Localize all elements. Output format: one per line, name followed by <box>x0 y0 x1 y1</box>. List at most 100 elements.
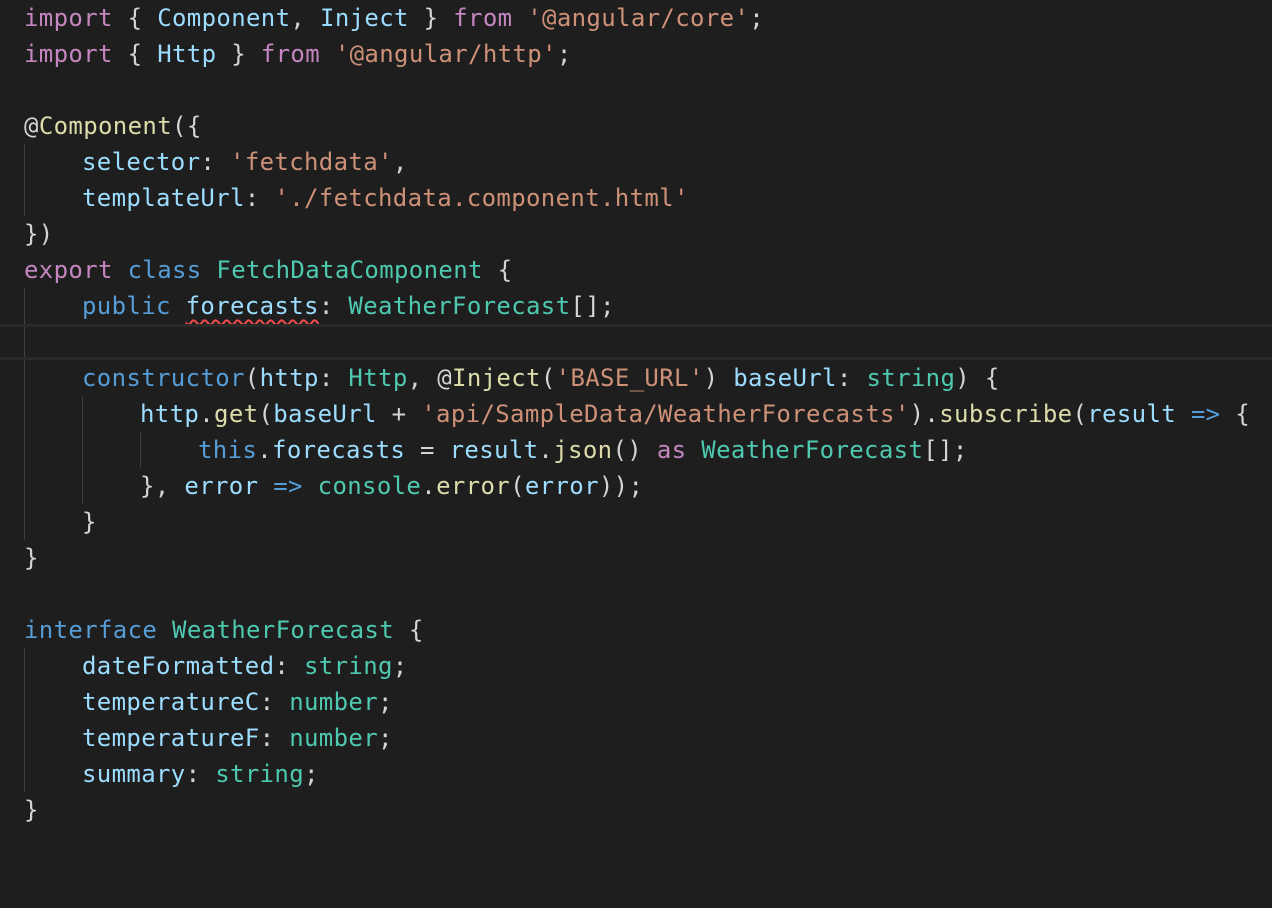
code-line[interactable]: temperatureC: number; <box>0 684 1272 720</box>
code-token: http <box>140 400 200 428</box>
code-token: ; <box>556 40 572 68</box>
code-token: : <box>318 292 349 320</box>
code-token: interface <box>24 616 158 644</box>
code-token: { <box>112 40 158 68</box>
indent-guide <box>24 468 25 504</box>
indent-guide <box>82 468 83 504</box>
code-token: Component <box>157 4 291 32</box>
code-token: : <box>200 148 231 176</box>
code-token: = <box>405 436 450 464</box>
code-token: baseUrl <box>733 364 837 392</box>
code-lines: import { Component, Inject } from '@angu… <box>0 0 1272 828</box>
code-token: result <box>1087 400 1177 428</box>
code-token: console <box>317 472 422 500</box>
indent-guide <box>24 756 25 792</box>
code-line[interactable]: summary: string; <box>0 756 1272 792</box>
code-line[interactable]: this.forecasts = result.json() as Weathe… <box>0 432 1272 468</box>
code-token: ). <box>909 400 940 428</box>
code-line[interactable]: } <box>0 540 1272 576</box>
code-token: summary <box>82 760 186 788</box>
code-token: import <box>24 4 113 32</box>
code-token: number <box>289 724 378 752</box>
code-token: { <box>112 4 158 32</box>
code-token: temperatureF <box>82 724 260 752</box>
code-token: public <box>82 292 171 320</box>
code-token: + <box>376 400 422 428</box>
code-line[interactable]: interface WeatherForecast { <box>0 612 1272 648</box>
code-line[interactable]: export class FetchDataComponent { <box>0 252 1272 288</box>
code-token: this <box>198 436 258 464</box>
indent-guide <box>24 432 25 468</box>
code-line[interactable] <box>0 72 1272 108</box>
code-token: string <box>866 364 956 392</box>
code-token: { <box>482 256 513 284</box>
code-token: as <box>656 436 687 464</box>
code-editor[interactable]: import { Component, Inject } from '@angu… <box>0 0 1272 908</box>
code-line[interactable]: @Component({ <box>0 108 1272 144</box>
code-token: Http <box>348 364 408 392</box>
code-line[interactable]: }, error => console.error(error)); <box>0 468 1272 504</box>
code-line[interactable]: import { Http } from '@angular/http'; <box>0 36 1272 72</box>
code-line[interactable] <box>0 576 1272 612</box>
indent-guide <box>24 504 25 540</box>
code-token: string <box>304 652 393 680</box>
code-token: ; <box>378 688 393 716</box>
code-line[interactable]: http.get(baseUrl + 'api/SampleData/Weath… <box>0 396 1272 432</box>
indent-guide <box>82 396 83 432</box>
code-line[interactable]: selector: 'fetchdata', <box>0 144 1272 180</box>
code-token: ) { <box>955 364 1000 392</box>
code-line[interactable]: dateFormatted: string; <box>0 648 1272 684</box>
code-token: => <box>273 472 303 500</box>
code-line[interactable]: constructor(http: Http, @Inject('BASE_UR… <box>0 360 1272 396</box>
code-line[interactable]: import { Component, Inject } from '@angu… <box>0 0 1272 36</box>
code-token: Component <box>38 112 173 140</box>
code-token: : <box>244 184 275 212</box>
code-token: error <box>524 472 599 500</box>
code-token: : <box>836 364 867 392</box>
code-token: ; <box>749 4 765 32</box>
code-token-error: forecasts <box>185 292 319 320</box>
code-token: dateFormatted <box>82 652 275 680</box>
indent-guide <box>24 720 25 756</box>
code-token: , <box>392 148 408 176</box>
code-token: get <box>214 400 259 428</box>
code-token: ( <box>540 364 556 392</box>
code-token: : <box>318 364 349 392</box>
code-line[interactable] <box>0 324 1272 360</box>
code-token: []; <box>923 436 968 464</box>
code-token: constructor <box>82 364 245 392</box>
code-token: } <box>24 544 39 572</box>
code-token: ; <box>378 724 393 752</box>
code-token: ( <box>1072 400 1088 428</box>
code-line[interactable]: public forecasts: WeatherForecast[]; <box>0 288 1272 324</box>
code-token: from <box>453 4 513 32</box>
indent-guide <box>24 327 25 357</box>
code-token: . <box>257 436 273 464</box>
code-token: error <box>184 472 259 500</box>
code-line[interactable]: templateUrl: './fetchdata.component.html… <box>0 180 1272 216</box>
code-token: error <box>436 472 511 500</box>
code-token: './fetchdata.component.html' <box>274 184 689 212</box>
code-token: }) <box>24 220 54 248</box>
code-token: : <box>274 652 304 680</box>
code-token: { <box>394 616 424 644</box>
code-line[interactable]: }) <box>0 216 1272 252</box>
code-line[interactable]: } <box>0 792 1272 828</box>
code-token: class <box>127 256 202 284</box>
code-token: } <box>82 508 97 536</box>
code-line[interactable]: temperatureF: number; <box>0 720 1272 756</box>
code-line[interactable]: } <box>0 504 1272 540</box>
code-token: ) <box>703 364 734 392</box>
code-token: temperatureC <box>82 688 260 716</box>
code-token: : <box>259 724 290 752</box>
indent-guide <box>24 396 25 432</box>
code-token: number <box>289 688 378 716</box>
code-token: json <box>553 436 613 464</box>
code-token: ; <box>304 760 319 788</box>
code-token: } <box>408 4 454 32</box>
